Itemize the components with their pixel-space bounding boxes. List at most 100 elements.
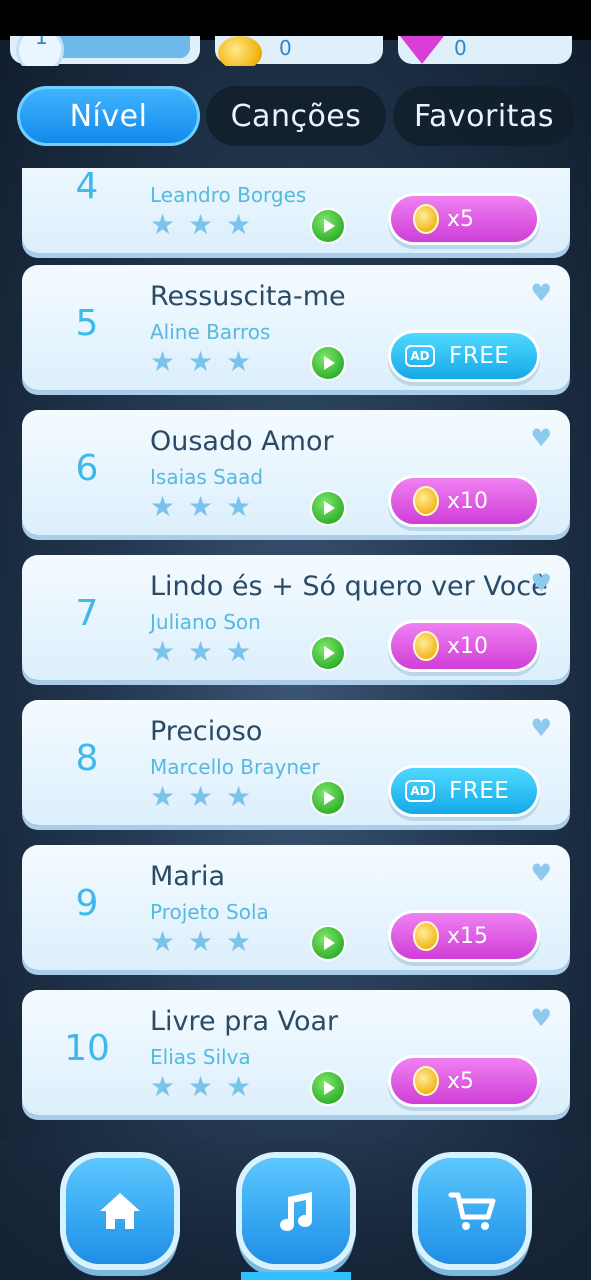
song-card[interactable]: 4 Leandro Borges★ ★ ★ ♥ x5 xyxy=(22,168,570,253)
song-card[interactable]: 5 Ressuscita-me Aline Barros ★ ★ ★ ♥ AD FREE xyxy=(22,265,570,390)
status-bar xyxy=(0,0,591,40)
star-icon: ★ xyxy=(150,635,176,668)
free-ad-button[interactable]: AD FREE xyxy=(391,333,537,379)
play-preview-button[interactable] xyxy=(312,927,344,959)
tab-nivel[interactable]: Nível xyxy=(17,86,200,146)
star-icon: ★ xyxy=(188,780,214,813)
star-rating: ★ ★ ★ xyxy=(150,490,252,523)
play-preview-button[interactable] xyxy=(312,1072,344,1104)
price-label: x10 xyxy=(447,488,489,514)
buy-coin-button[interactable]: x10 xyxy=(391,623,537,669)
star-icon: ★ xyxy=(150,925,176,958)
cart-icon xyxy=(448,1192,496,1230)
top-resource-bar: 1 0 0 xyxy=(0,36,591,66)
active-tab-indicator xyxy=(241,1272,351,1280)
tab-cancoes[interactable]: Canções xyxy=(206,86,386,146)
star-rating: ★ ★ ★ xyxy=(150,780,252,813)
song-number: 6 xyxy=(75,448,99,489)
star-rating: ★ ★ ★ xyxy=(150,345,252,378)
buy-coin-button[interactable]: x5 xyxy=(391,196,537,242)
heart-icon[interactable]: ♥ xyxy=(530,714,552,742)
coin-icon xyxy=(218,36,262,66)
heart-icon[interactable]: ♥ xyxy=(530,279,552,307)
song-card[interactable]: 10 Livre pra Voar Elias Silva ★ ★ ★ ♥ x5 xyxy=(22,990,570,1115)
tab-favoritas[interactable]: Favoritas xyxy=(393,86,575,146)
play-preview-button[interactable] xyxy=(312,492,344,524)
tab-bar: Nível Canções Favoritas xyxy=(0,86,591,150)
song-number: 8 xyxy=(75,738,99,779)
song-card[interactable]: 6 Ousado Amor Isaias Saad ★ ★ ★ ♥ x10 xyxy=(22,410,570,535)
song-title: Precioso xyxy=(150,716,263,747)
star-icon: ★ xyxy=(226,490,252,523)
song-number: 5 xyxy=(75,303,99,344)
coin-count: 0 xyxy=(279,36,292,60)
song-card[interactable]: 8 Precioso Marcello Brayner ★ ★ ★ ♥ AD FREE xyxy=(22,700,570,825)
song-artist: Projeto Sola xyxy=(150,900,269,924)
play-preview-button[interactable] xyxy=(312,637,344,669)
coin-icon xyxy=(413,204,439,234)
star-icon: ★ xyxy=(150,780,176,813)
price-label: x10 xyxy=(447,633,489,659)
shop-button[interactable] xyxy=(418,1158,526,1264)
star-rating: ★ ★ ★ xyxy=(150,925,252,958)
star-icon: ★ xyxy=(188,345,214,378)
free-ad-button[interactable]: AD FREE xyxy=(391,768,537,814)
song-card[interactable]: 7 Lindo és + Só quero ver Você Juliano Son… xyxy=(22,555,570,680)
coin-icon xyxy=(413,921,439,951)
star-icon: ★ xyxy=(226,635,252,668)
star-rating: ★ ★ ★ xyxy=(150,1070,252,1103)
play-preview-button[interactable] xyxy=(312,210,344,242)
star-icon: ★ xyxy=(188,925,214,958)
song-number: 10 xyxy=(64,1028,110,1069)
level-value: 1 xyxy=(35,36,48,49)
heart-icon[interactable]: ♥ xyxy=(530,168,552,170)
coin-icon xyxy=(413,486,439,516)
heart-icon[interactable]: ♥ xyxy=(530,424,552,452)
home-icon xyxy=(100,1193,140,1229)
song-title: Livre pra Voar xyxy=(150,1006,339,1037)
ad-icon: AD xyxy=(405,345,435,367)
buy-coin-button[interactable]: x15 xyxy=(391,913,537,959)
gem-icon xyxy=(400,36,444,64)
ad-icon: AD xyxy=(405,780,435,802)
song-artist: Isaias Saad xyxy=(150,465,264,489)
heart-icon[interactable]: ♥ xyxy=(530,859,552,887)
song-artist: Leandro Borges xyxy=(150,183,307,207)
star-icon: ★ xyxy=(188,1070,214,1103)
heart-icon[interactable]: ♥ xyxy=(530,1004,552,1032)
price-label: x5 xyxy=(447,206,475,232)
song-title: Ressuscita-me xyxy=(150,281,346,312)
play-preview-button[interactable] xyxy=(312,782,344,814)
song-list[interactable]: 4Leandro Borges★★★♥x55Ressuscita-meAline… xyxy=(0,168,591,1120)
song-artist: Aline Barros xyxy=(150,320,271,344)
star-rating: ★ ★ ★ xyxy=(150,635,252,668)
song-card[interactable]: 9 Maria Projeto Sola ★ ★ ★ ♥ x15 xyxy=(22,845,570,970)
buy-coin-button[interactable]: x10 xyxy=(391,478,537,524)
price-label: FREE xyxy=(449,343,510,369)
music-button[interactable] xyxy=(242,1158,350,1264)
play-preview-button[interactable] xyxy=(312,347,344,379)
star-icon: ★ xyxy=(150,345,176,378)
star-icon: ★ xyxy=(226,345,252,378)
star-icon: ★ xyxy=(150,208,176,241)
song-title: Maria xyxy=(150,861,225,892)
price-label: x5 xyxy=(447,1068,475,1094)
song-artist: Elias Silva xyxy=(150,1045,251,1069)
song-number: 7 xyxy=(75,593,99,634)
buy-coin-button[interactable]: x5 xyxy=(391,1058,537,1104)
star-rating: ★ ★ ★ xyxy=(150,208,252,241)
star-icon: ★ xyxy=(188,635,214,668)
star-icon: ★ xyxy=(226,780,252,813)
star-icon: ★ xyxy=(150,1070,176,1103)
home-button[interactable] xyxy=(66,1158,174,1264)
star-icon: ★ xyxy=(188,490,214,523)
song-title: Lindo és + Só quero ver Você xyxy=(150,571,548,602)
song-title: Ousado Amor xyxy=(150,426,334,457)
star-icon: ★ xyxy=(226,208,252,241)
gem-count: 0 xyxy=(454,36,467,60)
song-number: 4 xyxy=(75,168,99,207)
coin-icon xyxy=(413,631,439,661)
heart-icon[interactable]: ♥ xyxy=(530,569,552,597)
song-number: 9 xyxy=(75,883,99,924)
star-icon: ★ xyxy=(226,1070,252,1103)
